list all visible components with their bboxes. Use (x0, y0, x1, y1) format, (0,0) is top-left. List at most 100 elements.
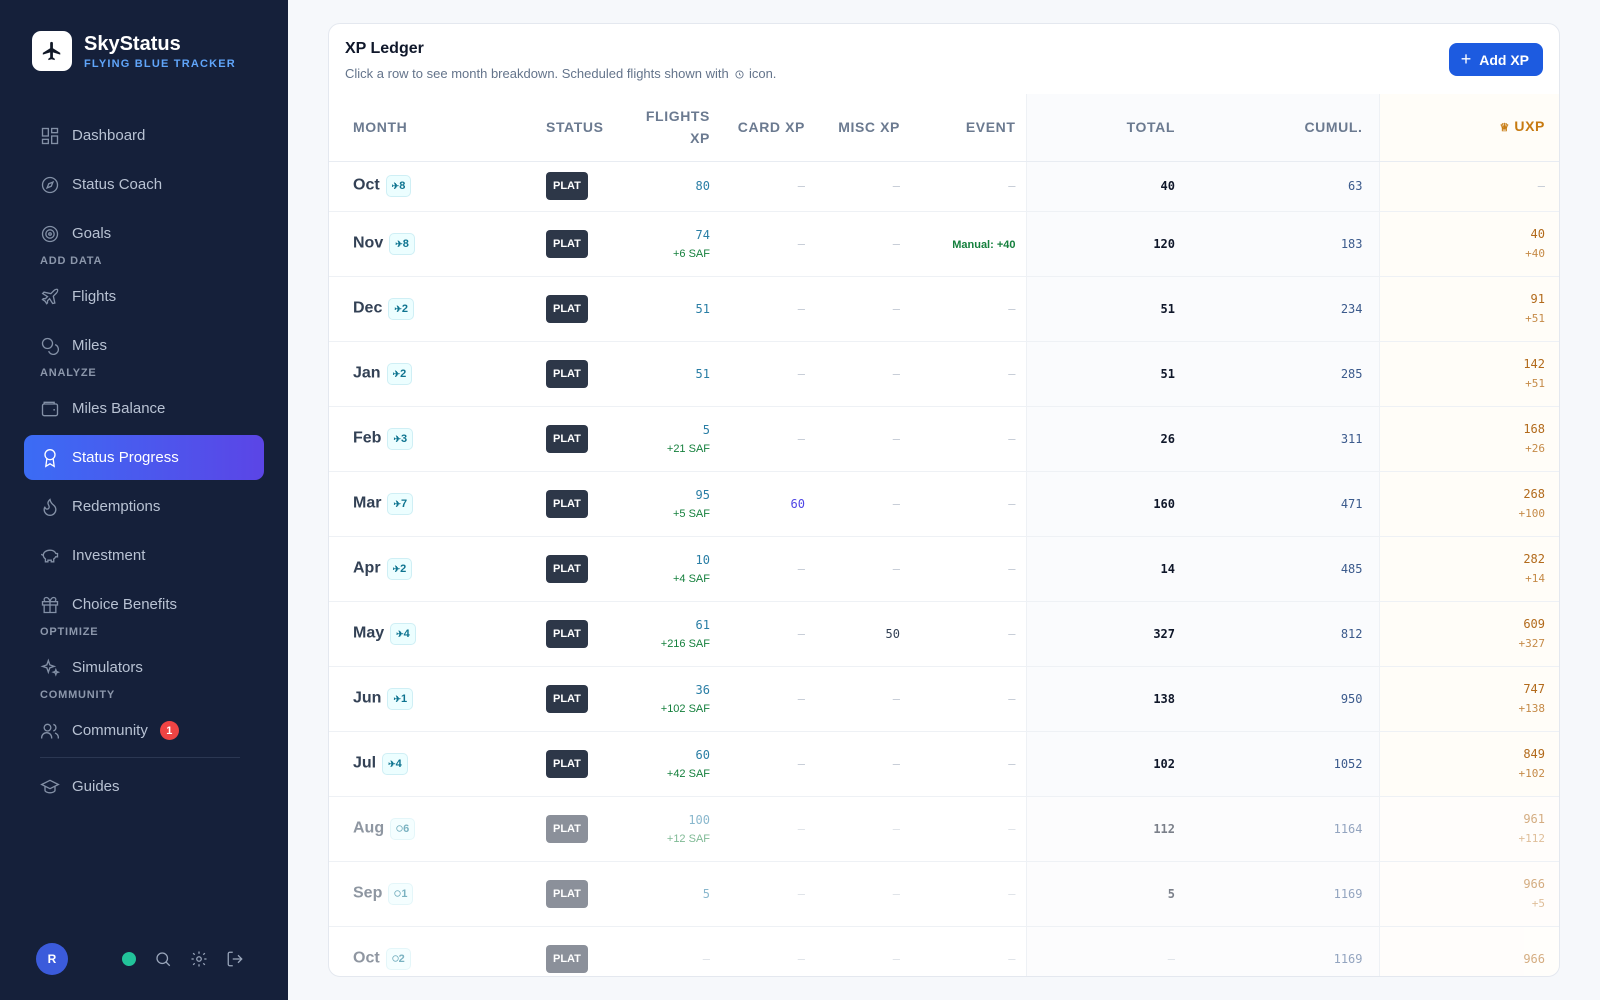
table-row[interactable]: Jan ✈2 PLAT 51– – –51 285 142 +51 (329, 341, 1559, 407)
flight-count-pill: 6 (390, 817, 416, 840)
total-cell: 160 (1025, 471, 1189, 537)
table-row[interactable]: Apr ✈2 PLAT 10 +4 SAF – – –14 485 282 +14 (329, 536, 1559, 602)
nav-community[interactable]: Community 1 (24, 708, 264, 753)
misc-xp-value: – (892, 301, 900, 316)
month-cell: Aug 6 (329, 796, 546, 862)
nav-choice-benefits[interactable]: Choice Benefits (24, 582, 264, 627)
table-row[interactable]: Nov ✈8 PLAT 74 +6 SAF – – Manual: +40 120 183 40 +4… (329, 211, 1559, 277)
table-row[interactable]: Jun ✈1 PLAT 36 +102 SAF – – – 138 950 747 +138 (329, 666, 1559, 732)
cumul-cell: 1169 (1189, 861, 1380, 927)
uxp-cell: 609 +327 (1379, 601, 1559, 667)
flights-xp-value: 51 (695, 301, 710, 316)
graduation-cap-icon (40, 779, 60, 794)
flight-plane-icon: ✈ (393, 693, 401, 704)
nav-investment[interactable]: Investment (24, 533, 264, 578)
flight-plane-icon: ✈ (396, 628, 404, 639)
month-name: May (353, 624, 385, 641)
flight-count: 6 (403, 822, 410, 835)
nav-miles-label: Miles (72, 337, 108, 354)
table-row[interactable]: Oct 2 PLAT – – – – – 1169 966 (329, 926, 1559, 976)
cumul-cell: 183 (1189, 211, 1380, 277)
card-xp-cell: – (724, 161, 819, 212)
col-cumul[interactable]: CUMUL. (1189, 94, 1380, 162)
table-row[interactable]: Aug 6 PLAT 100 +12 SAF – – – 112 1164 961 +112 (329, 796, 1559, 862)
gear-icon[interactable] (190, 950, 208, 968)
flight-plane-icon: ✈ (388, 758, 396, 769)
col-flights-xp-line2: XP (690, 130, 710, 147)
flights-xp-value: 10 (695, 552, 710, 567)
coins-icon (41, 337, 59, 355)
col-flights-xp[interactable]: FLIGHTS XP (624, 94, 724, 162)
card-xp-cell: – (724, 276, 819, 342)
total-value: 138 (1153, 691, 1175, 706)
total-value: 160 (1153, 496, 1175, 511)
uxp-cell: 961 +112 (1379, 796, 1559, 862)
saf-bonus: +21 SAF (666, 442, 710, 455)
table-row[interactable]: Sep 1 PLAT 5– – –5 1169 966 +5 (329, 861, 1559, 927)
nav-miles-balance-label: Miles Balance (72, 400, 166, 417)
nav-status-progress[interactable]: Status Progress (24, 435, 264, 480)
nav-goals-label: Goals (72, 225, 112, 242)
nav-miles[interactable]: Miles (24, 323, 264, 368)
flight-count: 2 (400, 367, 407, 380)
col-card-xp[interactable]: CARD XP (724, 94, 819, 162)
nav-miles-balance[interactable]: Miles Balance (24, 386, 264, 431)
flights-xp-value: 51 (695, 366, 710, 381)
cumul-value: 285 (1340, 366, 1363, 381)
event-cell: – (914, 861, 1026, 927)
month-cell: Jul ✈4 (329, 731, 546, 797)
table-row[interactable]: Jul ✈4 PLAT 60 +42 SAF – – – 102 1052 849 +102 (329, 731, 1559, 797)
flights-xp-value: – (702, 951, 710, 966)
table-row[interactable]: Mar ✈7 PLAT 95 +5 SAF 60 – – 160 471 268 +100 (329, 471, 1559, 537)
cumul-value: 485 (1340, 561, 1363, 576)
saf-bonus: +12 SAF (666, 832, 710, 845)
card-xp-cell: – (724, 796, 819, 862)
col-status[interactable]: STATUS (546, 94, 624, 162)
brand[interactable]: SkyStatus FLYING BLUE TRACKER (32, 31, 236, 71)
nav-flights-label: Flights (72, 288, 117, 305)
flight-count-pill: ✈4 (382, 752, 408, 775)
nav-flights[interactable]: Flights (24, 274, 264, 319)
flight-plane-icon: ✈ (392, 563, 401, 574)
misc-xp-value: – (892, 496, 900, 511)
card-xp-value: – (797, 179, 805, 193)
nav-status-coach[interactable]: Status Coach (24, 162, 264, 207)
table-row[interactable]: Feb ✈3 PLAT 5 +21 SAF – – –26 311 168 +26 (329, 406, 1559, 472)
event-cell: Manual: +40 (914, 211, 1026, 277)
cumul-value: 311 (1340, 431, 1363, 446)
avatar[interactable]: R (36, 943, 68, 975)
logout-icon[interactable] (226, 950, 244, 968)
month-cell: Jun ✈1 (329, 666, 546, 732)
col-event[interactable]: EVENT (914, 94, 1026, 162)
event-cell: – (914, 796, 1026, 862)
col-month[interactable]: MONTH (329, 94, 546, 162)
status-cell: PLAT (546, 161, 624, 212)
add-xp-button[interactable]: + Add XP (1448, 43, 1543, 76)
table-row[interactable]: Oct ✈8 PLAT 80 – – – 40 63 – (329, 161, 1559, 212)
flights-xp-value: 100 (688, 812, 710, 827)
search-icon[interactable] (154, 950, 172, 968)
flight-count-pill: ✈8 (385, 175, 412, 197)
cumul-cell: 1164 (1189, 796, 1380, 862)
table-row[interactable]: May ✈4 PLAT 61 +216 SAF – 50 – 327 812 609 +327 (329, 601, 1559, 667)
status-cell: PLAT (546, 276, 624, 342)
card-xp-cell: – (724, 406, 819, 472)
plus-icon: + (1460, 49, 1472, 69)
uxp-cell: 966 +5 (1379, 861, 1559, 927)
total-cell: 327 (1025, 601, 1189, 667)
misc-xp-cell: – (819, 666, 914, 732)
col-uxp[interactable]: ♕ UXP (1379, 94, 1559, 162)
card-xp-cell: – (724, 731, 819, 797)
uxp-delta: +112 (1518, 832, 1546, 845)
nav-redemptions[interactable]: Redemptions (24, 484, 264, 529)
nav-dashboard[interactable]: Dashboard (24, 113, 264, 158)
nav-goals[interactable]: Goals (24, 211, 264, 256)
status-badge: PLAT (546, 749, 588, 778)
col-misc-xp[interactable]: MISC XP (819, 94, 914, 162)
col-total[interactable]: TOTAL (1025, 94, 1189, 162)
cumul-cell: 63 (1189, 161, 1380, 212)
nav-guides[interactable]: Guides (24, 764, 264, 809)
nav-simulators[interactable]: Simulators (24, 645, 264, 690)
table-row[interactable]: Dec ✈2 PLAT 51– – –51 234 91 +51 (329, 276, 1559, 342)
month-cell: Oct ✈8 (329, 161, 546, 212)
